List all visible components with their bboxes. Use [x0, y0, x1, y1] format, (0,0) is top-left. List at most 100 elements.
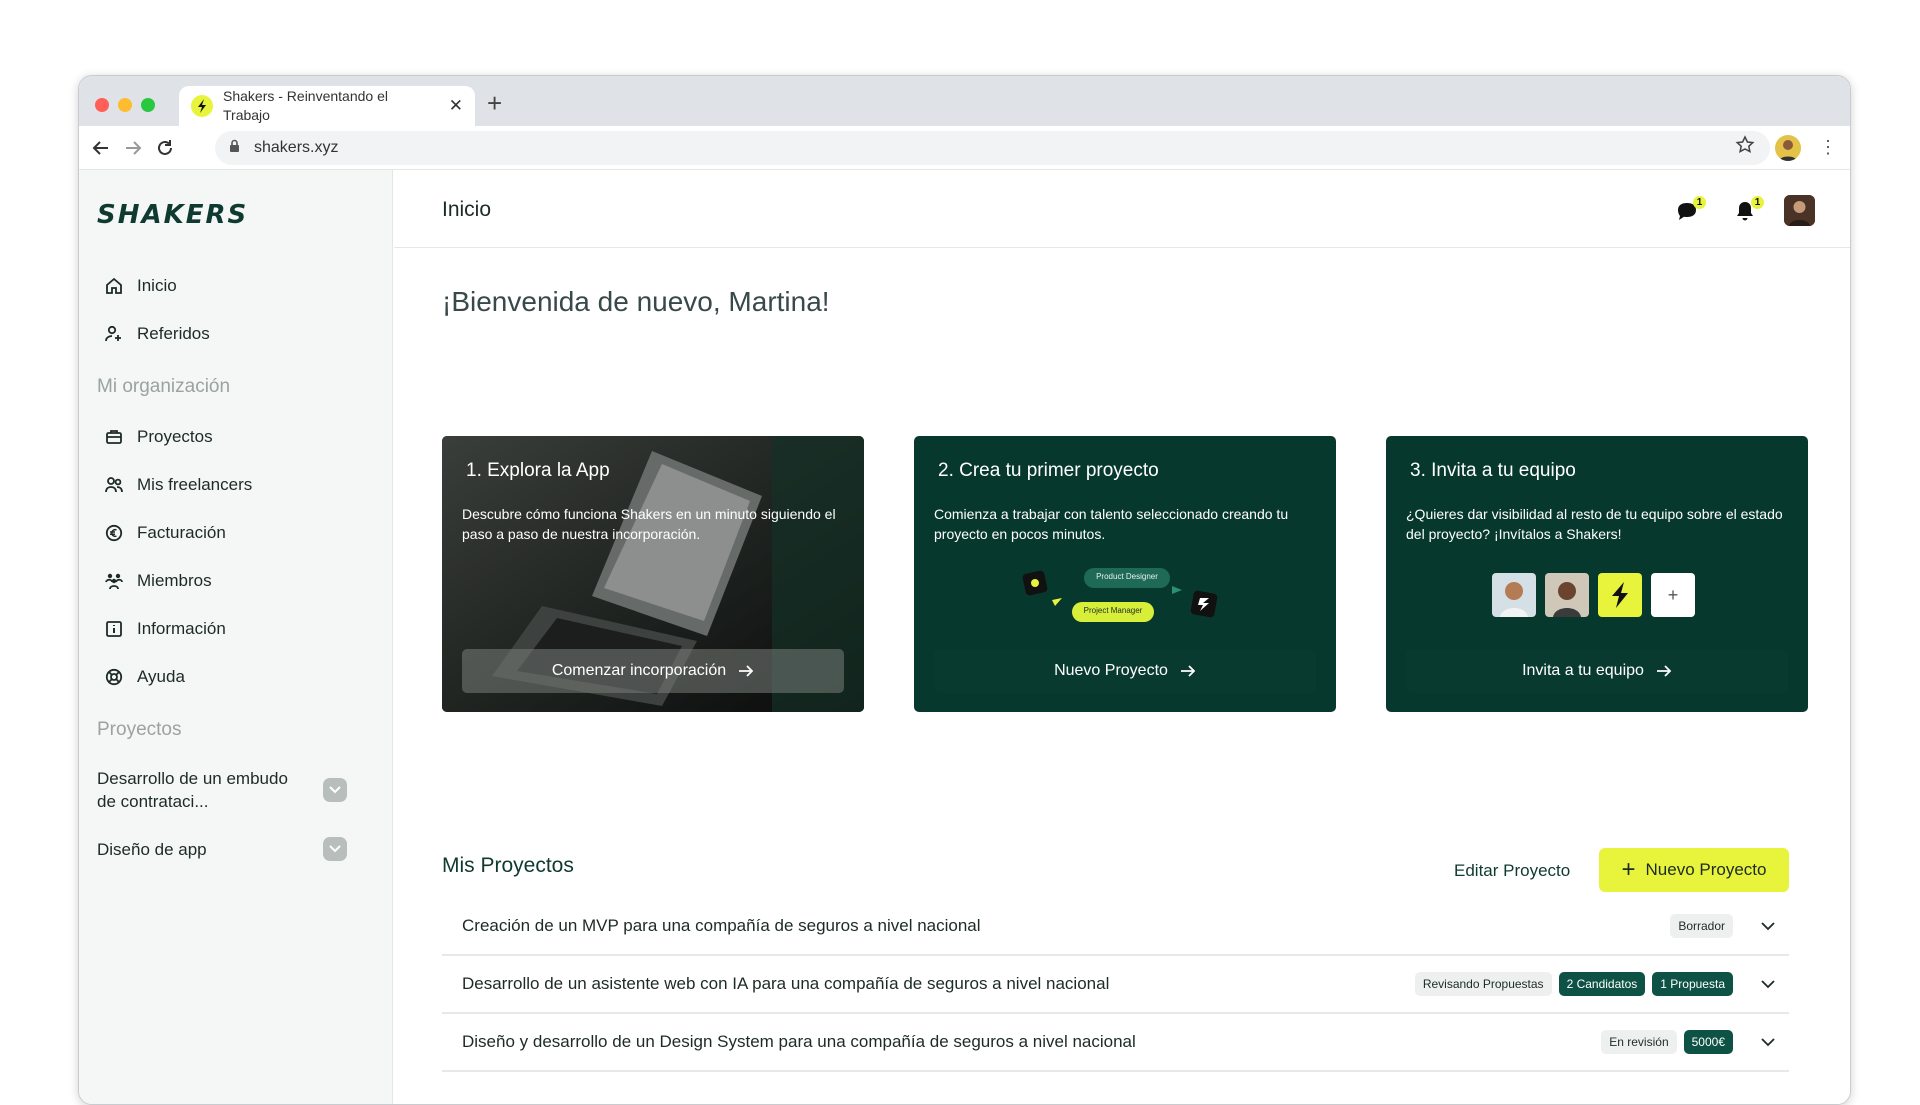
chevron-down-icon[interactable] — [1757, 1037, 1779, 1047]
chevron-down-icon[interactable] — [323, 778, 347, 802]
arrow-right-icon — [1180, 665, 1196, 677]
card-title: 1. Explora la App — [466, 460, 610, 481]
sidebar-project-label: Diseño de app — [97, 839, 207, 859]
sidebar-item-mis-freelancers[interactable]: Mis freelancers — [105, 469, 252, 501]
back-icon[interactable] — [87, 134, 115, 162]
sidebar-item-proyectos[interactable]: Proyectos — [105, 421, 213, 453]
browser-tab[interactable]: Shakers - Reinventando el Trabajo ✕ — [179, 86, 475, 126]
top-bar: Inicio 1 1 — [394, 170, 1850, 248]
arrow-right-icon — [739, 665, 754, 677]
team-avatars: + — [1492, 573, 1695, 617]
main-content: Inicio 1 1 ¡Bienvenida de nuevo, Martina… — [394, 170, 1850, 1104]
card-title: 2. Crea tu primer proyecto — [938, 460, 1159, 481]
sidebar-project-embudo[interactable]: Desarrollo de un embudo de contrataci... — [97, 767, 347, 813]
sidebar-item-referidos[interactable]: Referidos — [105, 318, 210, 350]
project-row[interactable]: Desarrollo de un asistente web con IA pa… — [442, 956, 1789, 1014]
chevron-down-icon[interactable] — [1757, 921, 1779, 931]
tab-title: Shakers - Reinventando el Trabajo — [223, 88, 388, 123]
button-label: Comenzar incorporación — [551, 662, 727, 679]
users-icon — [105, 477, 123, 493]
user-avatar[interactable] — [1784, 195, 1815, 226]
window-controls — [95, 98, 155, 112]
briefcase-icon — [106, 430, 122, 444]
status-badge: Borrador — [1670, 914, 1733, 938]
bookmark-star-icon[interactable] — [1735, 135, 1755, 160]
sidebar-item-inicio[interactable]: Inicio — [105, 270, 177, 302]
forward-icon[interactable] — [119, 134, 147, 162]
lifebuoy-icon — [105, 668, 123, 686]
notifications-button[interactable]: 1 — [1734, 196, 1764, 226]
sidebar-project-label: Desarrollo de un embudo de contrataci... — [97, 769, 288, 811]
button-label: Invita a tu equipo — [1522, 662, 1644, 679]
shakers-favicon-icon — [191, 95, 213, 117]
candidates-badge: 2 Candidatos — [1558, 972, 1646, 996]
reload-icon[interactable] — [151, 134, 179, 162]
project-row-title: Creación de un MVP para una compañía de … — [462, 916, 981, 935]
org-section-label: Mi organización — [97, 376, 231, 397]
arrow-right-icon — [1656, 665, 1672, 677]
start-onboarding-button[interactable]: Comenzar incorporación — [462, 649, 844, 693]
new-tab-icon[interactable]: + — [487, 88, 502, 119]
info-icon — [106, 621, 122, 637]
team-member-avatar — [1545, 573, 1589, 617]
minimize-window-button[interactable] — [118, 98, 132, 112]
address-bar[interactable]: shakers.xyz — [215, 131, 1770, 165]
tab-close-icon[interactable]: ✕ — [449, 96, 463, 116]
projects-heading: Mis Proyectos — [442, 854, 574, 877]
browser-toolbar: shakers.xyz ⋮ — [79, 126, 1850, 170]
invite-team-button[interactable]: Invita a tu equipo — [1406, 649, 1788, 693]
shakers-logo[interactable]: SHAKERS — [97, 200, 248, 230]
chevron-down-icon[interactable] — [1757, 979, 1779, 989]
sidebar-item-informacion[interactable]: Información — [105, 613, 226, 645]
invite-team-card: 3. Invita a tu equipo ¿Quieres dar visib… — [1386, 436, 1808, 712]
project-row-title: Diseño y desarrollo de un Design System … — [462, 1032, 1136, 1051]
project-row[interactable]: Diseño y desarrollo de un Design System … — [442, 1014, 1789, 1072]
proposals-badge: 1 Propuesta — [1652, 972, 1733, 996]
project-row-tags: Revisando Propuestas 2 Candidatos 1 Prop… — [1414, 972, 1733, 996]
product-designer-chip: Product Designer — [1096, 572, 1158, 581]
card-description: ¿Quieres dar visibilidad al resto de tu … — [1406, 506, 1783, 542]
sidebar-item-label: Facturación — [137, 523, 226, 542]
button-label: Nuevo Proyecto — [1645, 860, 1767, 879]
bell-badge: 1 — [1751, 196, 1764, 209]
euro-icon — [105, 524, 123, 542]
projects-section-label: Proyectos — [97, 719, 182, 740]
sidebar-item-label: Información — [137, 619, 226, 638]
browser-window: Shakers - Reinventando el Trabajo ✕ + sh… — [78, 75, 1851, 1105]
close-window-button[interactable] — [95, 98, 109, 112]
sidebar: SHAKERS Inicio Referidos Mi organización… — [79, 170, 393, 1104]
project-row-tags: En revisión 5000€ — [1601, 1030, 1733, 1054]
status-badge: Revisando Propuestas — [1414, 972, 1552, 996]
new-project-card-button[interactable]: Nuevo Proyecto — [934, 649, 1316, 693]
create-project-card: 2. Crea tu primer proyecto Comienza a tr… — [914, 436, 1336, 712]
sidebar-item-label: Ayuda — [137, 667, 185, 686]
maximize-window-button[interactable] — [141, 98, 155, 112]
sidebar-item-label: Referidos — [137, 324, 210, 343]
browser-menu-icon[interactable]: ⋮ — [1819, 137, 1837, 158]
sidebar-item-miembros[interactable]: Miembros — [105, 565, 212, 597]
browser-profile-avatar[interactable] — [1775, 135, 1801, 161]
sidebar-item-label: Miembros — [137, 571, 212, 590]
onboarding-card: 1. Explora la App Descubre cómo funciona… — [442, 436, 864, 712]
project-row[interactable]: Creación de un MVP para una compañía de … — [442, 898, 1789, 956]
chat-button[interactable]: 1 — [1676, 196, 1706, 226]
card-description: Comienza a trabajar con talento seleccio… — [934, 506, 1289, 542]
sidebar-project-diseno-app[interactable]: Diseño de app — [97, 837, 347, 861]
lock-icon — [229, 139, 240, 158]
new-project-button[interactable]: + Nuevo Proyecto — [1599, 848, 1789, 892]
sidebar-item-label: Mis freelancers — [137, 475, 253, 494]
home-icon — [106, 277, 122, 294]
button-label: Nuevo Proyecto — [1054, 662, 1168, 679]
chat-badge: 1 — [1693, 196, 1706, 209]
add-member-button[interactable]: + — [1651, 573, 1695, 617]
chevron-down-icon[interactable] — [323, 837, 347, 861]
sidebar-item-facturacion[interactable]: Facturación — [105, 517, 226, 549]
project-row-title: Desarrollo de un asistente web con IA pa… — [462, 974, 1110, 993]
welcome-heading: ¡Bienvenida de nuevo, Martina! — [442, 286, 830, 317]
project-row-tags: Borrador — [1670, 914, 1733, 938]
plus-icon: + — [1621, 856, 1636, 883]
sidebar-item-ayuda[interactable]: Ayuda — [105, 661, 185, 693]
tab-bar: Shakers - Reinventando el Trabajo ✕ + — [79, 76, 1850, 126]
sidebar-item-label: Inicio — [137, 276, 177, 295]
edit-project-button[interactable]: Editar Proyecto — [1454, 861, 1570, 881]
